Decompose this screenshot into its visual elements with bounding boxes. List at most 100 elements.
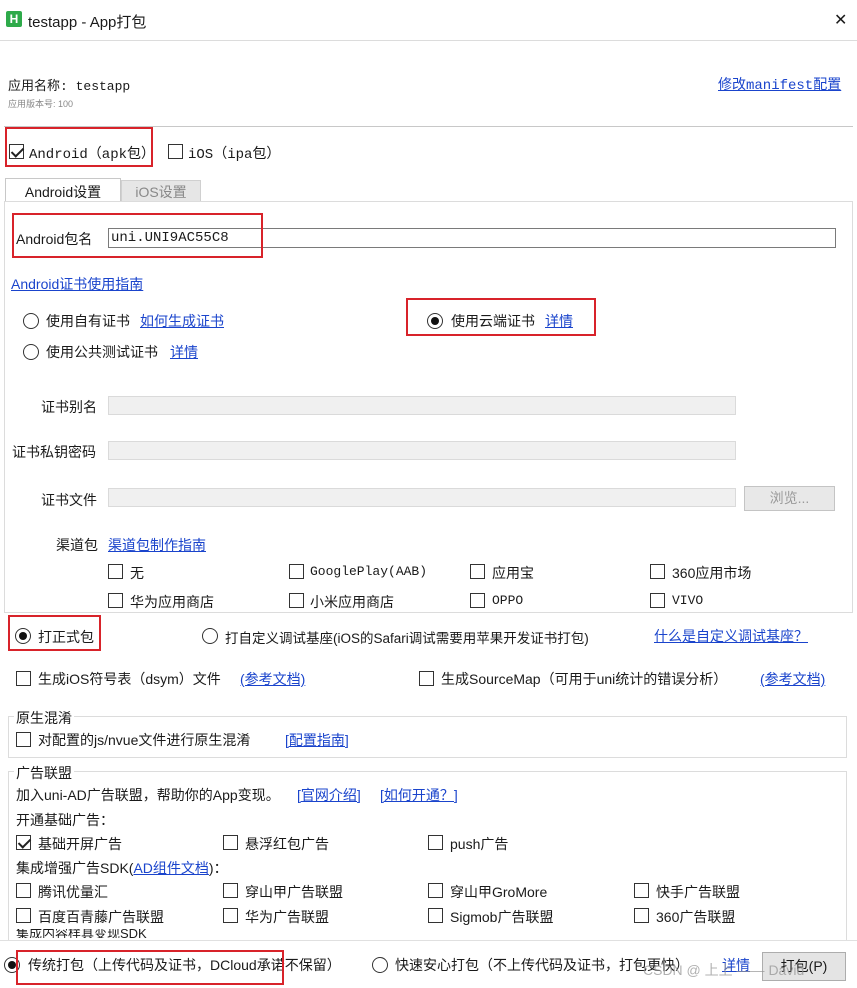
header-divider: [4, 126, 853, 127]
android-checkbox[interactable]: [9, 144, 24, 159]
cert-own-radio[interactable]: [23, 313, 39, 329]
cert-cloud-label: 使用云端证书: [451, 313, 535, 329]
sourcemap-doc-link[interactable]: (参考文档): [760, 669, 825, 689]
ad-pangle-checkbox[interactable]: [223, 883, 238, 898]
ad-splash-label: 基础开屏广告: [38, 836, 122, 852]
ad-baidu-checkbox[interactable]: [16, 908, 31, 923]
file-input[interactable]: [108, 488, 736, 507]
channel-googleplay-label: GooglePlay(AAB): [310, 564, 428, 579]
ads-title: 广告联盟: [14, 763, 74, 783]
package-value: uni.UNI9AC55C8: [111, 230, 229, 246]
cert-cloud-link[interactable]: 详情: [545, 311, 573, 331]
alias-label: 证书别名: [41, 399, 97, 415]
cert-own-label: 使用自有证书: [46, 313, 130, 329]
channel-yingyongbao-label: 应用宝: [492, 565, 534, 581]
channel-none-label: 无: [130, 565, 144, 581]
tab-android[interactable]: Android设置: [5, 178, 121, 202]
cert-own-link[interactable]: 如何生成证书: [140, 311, 224, 331]
obfuscation-checkbox[interactable]: [16, 732, 31, 747]
browse-button[interactable]: 浏览...: [744, 486, 835, 511]
ad-kuaishou-checkbox[interactable]: [634, 883, 649, 898]
channel-360-checkbox[interactable]: [650, 564, 665, 579]
ad-huawei-checkbox[interactable]: [223, 908, 238, 923]
ios-checkbox[interactable]: [168, 144, 183, 159]
fast-pack-radio[interactable]: [372, 957, 388, 973]
ad-redpacket-checkbox[interactable]: [223, 835, 238, 850]
tab-android-label: Android设置: [24, 184, 102, 200]
traditional-pack-radio[interactable]: [4, 957, 20, 973]
ad-baidu-label: 百度百青藤广告联盟: [38, 909, 164, 925]
app-icon: H: [6, 11, 22, 27]
app-name: 应用名称: testapp: [8, 79, 131, 94]
alias-input[interactable]: [108, 396, 736, 415]
ad-splash-checkbox[interactable]: [16, 835, 31, 850]
channel-huawei-checkbox[interactable]: [108, 593, 123, 608]
window-title: testapp - App打包: [28, 14, 147, 31]
custom-base-radio[interactable]: [202, 628, 218, 644]
ads-enhanced-suffix: )：: [208, 860, 228, 876]
traditional-pack-label: 传统打包（上传代码及证书，DCloud承诺不保留）: [28, 957, 341, 973]
dsym-checkbox[interactable]: [16, 671, 31, 686]
ad-tencent-label: 腾讯优量汇: [38, 884, 108, 900]
ad-kuaishou-label: 快手广告联盟: [656, 884, 740, 900]
ads-cut-label: 集成内容样具变现SDK: [16, 929, 147, 938]
dsym-doc-link[interactable]: (参考文档): [240, 669, 305, 689]
ads-enhanced-prefix: 集成增强广告SDK(: [16, 860, 134, 876]
channel-googleplay-checkbox[interactable]: [289, 564, 304, 579]
ad-push-label: push广告: [450, 836, 509, 852]
cert-public-label: 使用公共测试证书: [46, 344, 158, 360]
channel-oppo-checkbox[interactable]: [470, 593, 485, 608]
channel-guide-link[interactable]: 渠道包制作指南: [108, 535, 206, 555]
custom-base-label: 打自定义调试基座(iOS的Safari调试需要用苹果开发证书打包): [225, 631, 589, 646]
dsym-label: 生成iOS符号表（dsym）文件: [38, 671, 221, 687]
cert-public-radio[interactable]: [23, 344, 39, 360]
app-version: 应用版本号: 100: [8, 99, 74, 109]
ad-tencent-checkbox[interactable]: [16, 883, 31, 898]
tab-ios-label: iOS设置: [135, 184, 187, 200]
manifest-link[interactable]: 修改manifest配置: [718, 74, 841, 94]
channel-yingyongbao-checkbox[interactable]: [470, 564, 485, 579]
cert-cloud-radio[interactable]: [427, 313, 443, 329]
ad-push-checkbox[interactable]: [428, 835, 443, 850]
ads-intro: 加入uni-AD广告联盟，帮助你的App变现。: [16, 787, 280, 803]
obfuscation-title: 原生混淆: [14, 708, 74, 728]
cert-guide-link[interactable]: Android证书使用指南: [11, 274, 143, 294]
ad-gromore-label: 穿山甲GroMore: [450, 884, 548, 900]
ad-360-checkbox[interactable]: [634, 908, 649, 923]
channel-huawei-label: 华为应用商店: [130, 594, 214, 610]
ads-intro-link-howto[interactable]: [如何开通？]: [380, 785, 458, 805]
obfuscation-guide-link[interactable]: [配置指南]: [285, 730, 349, 750]
cert-public-link[interactable]: 详情: [170, 342, 198, 362]
password-input[interactable]: [108, 441, 736, 460]
formal-build-label: 打正式包: [38, 629, 94, 645]
ad-360-label: 360广告联盟: [656, 909, 736, 925]
ad-sigmob-label: Sigmob广告联盟: [450, 909, 554, 925]
channel-oppo-label: OPPO: [492, 593, 524, 608]
ads-enhanced-doc-link[interactable]: AD组件文档: [133, 860, 208, 876]
password-label: 证书私钥密码: [12, 444, 96, 460]
ad-gromore-checkbox[interactable]: [428, 883, 443, 898]
channel-label: 渠道包: [56, 537, 98, 553]
ad-sigmob-checkbox[interactable]: [428, 908, 443, 923]
ads-cut-row: 集成内容样具变现SDK: [16, 929, 316, 938]
package-label: Android包名: [16, 231, 93, 247]
browse-button-label: 浏览...: [769, 490, 810, 506]
channel-xiaomi-checkbox[interactable]: [289, 593, 304, 608]
close-icon[interactable]: ✕: [834, 10, 847, 30]
channel-none-checkbox[interactable]: [108, 564, 123, 579]
ads-intro-link-official[interactable]: [官网介绍]: [297, 785, 361, 805]
ad-pangle-label: 穿山甲广告联盟: [245, 884, 343, 900]
ads-basic-label: 开通基础广告：: [16, 812, 114, 828]
custom-base-link[interactable]: 什么是自定义调试基座？: [654, 626, 808, 646]
ads-enhanced-label: 集成增强广告SDK(AD组件文档)：: [16, 858, 228, 878]
channel-xiaomi-label: 小米应用商店: [310, 594, 394, 610]
channel-vivo-checkbox[interactable]: [650, 593, 665, 608]
android-label: Android（apk包）: [29, 147, 156, 163]
formal-build-radio[interactable]: [15, 628, 31, 644]
title-bar: H testapp - App打包 ✕: [0, 0, 857, 41]
app-icon-glyph: H: [9, 12, 19, 26]
sourcemap-checkbox[interactable]: [419, 671, 434, 686]
ad-redpacket-label: 悬浮红包广告: [245, 836, 329, 852]
package-input[interactable]: uni.UNI9AC55C8: [108, 228, 836, 248]
tab-ios[interactable]: iOS设置: [121, 180, 201, 201]
